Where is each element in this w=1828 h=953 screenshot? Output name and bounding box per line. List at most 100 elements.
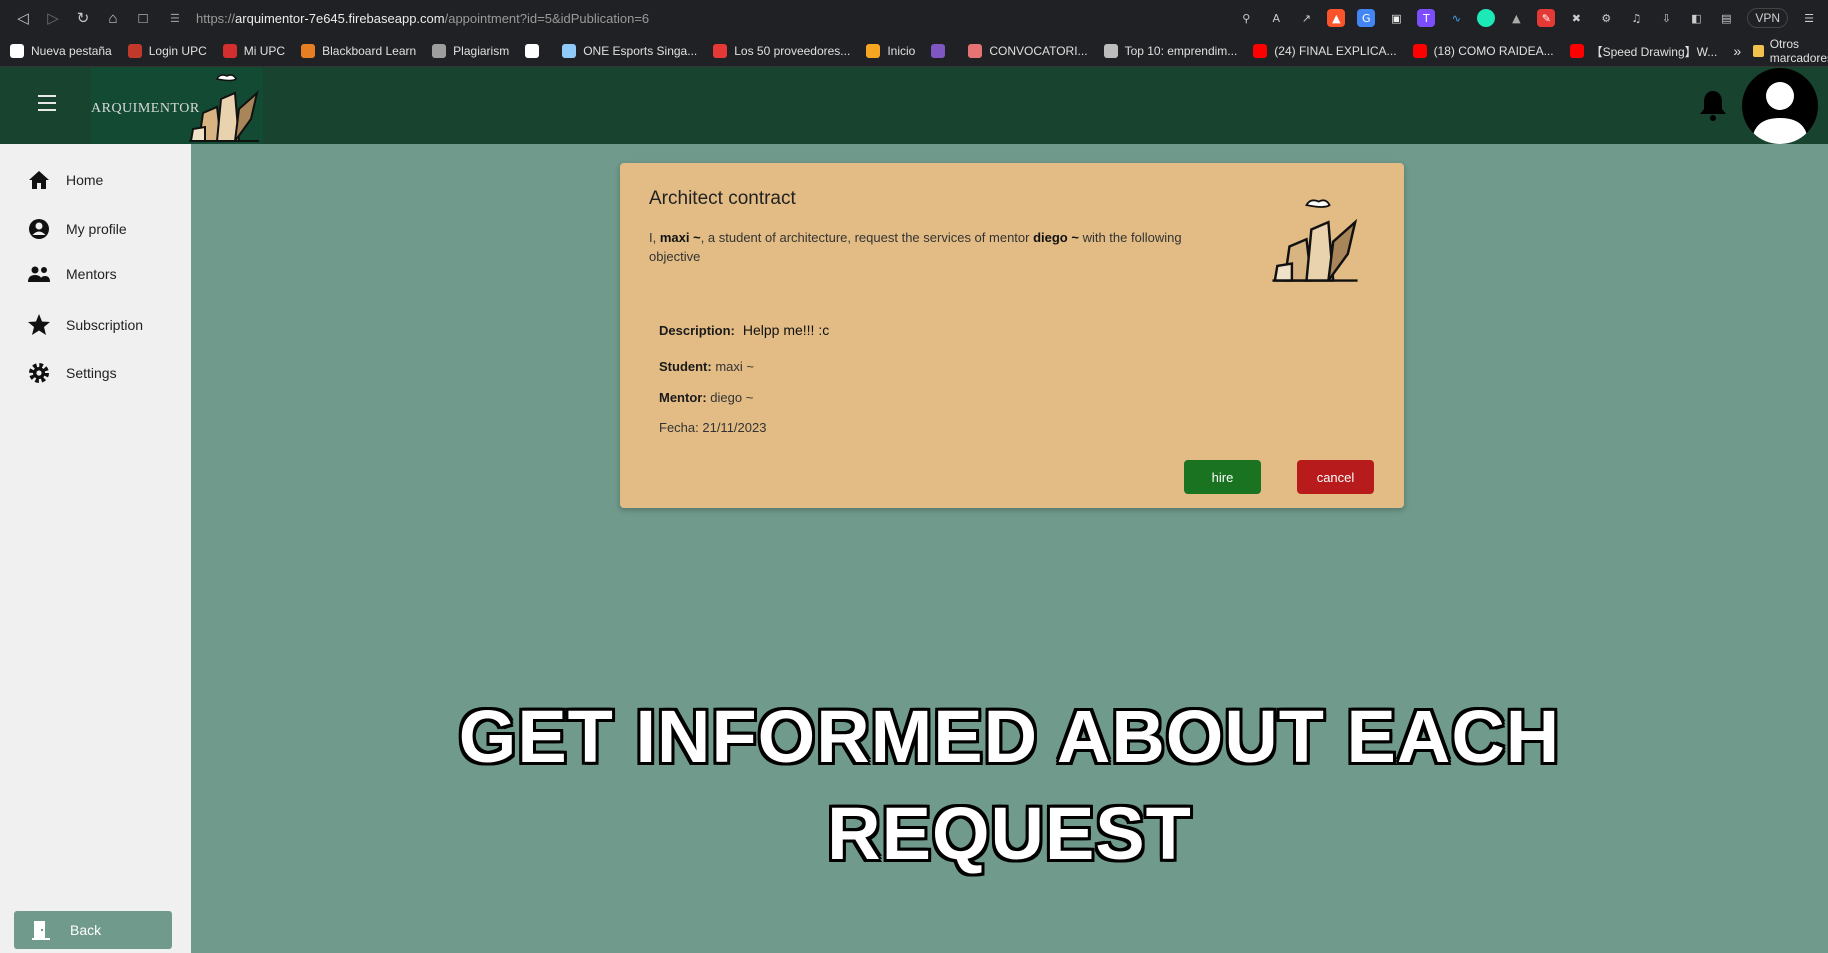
puzzle-icon[interactable]: ⚙ bbox=[1597, 9, 1615, 27]
architect-contract-card: Architect contract I, maxi ~, a student … bbox=[620, 163, 1404, 508]
google-translate-ext-icon[interactable]: G bbox=[1357, 9, 1376, 27]
bookmark-item[interactable]: ONE Esports Singa... bbox=[562, 44, 697, 58]
bookmark-item[interactable]: Blackboard Learn bbox=[301, 44, 416, 58]
sidebar-toggle-icon[interactable]: ◧ bbox=[1687, 9, 1705, 27]
back-nav-icon[interactable]: ◁ bbox=[10, 5, 36, 31]
other-bookmarks-folder[interactable]: Otros marcadores bbox=[1753, 37, 1828, 65]
block-ext-icon[interactable]: ✖ bbox=[1567, 9, 1585, 27]
bookmark-label: Top 10: emprendim... bbox=[1124, 44, 1238, 58]
favicon-icon bbox=[866, 44, 881, 58]
cancel-button[interactable]: cancel bbox=[1297, 460, 1374, 494]
student-key: Student: bbox=[659, 359, 712, 374]
mentor-key: Mentor: bbox=[659, 390, 707, 405]
translate-icon[interactable]: A bbox=[1267, 9, 1285, 27]
bookmark-item[interactable]: (18) COMO RAIDEA... bbox=[1412, 44, 1554, 58]
media-icon[interactable]: ♫ bbox=[1627, 9, 1645, 27]
hat-ext-icon[interactable]: ▲ bbox=[1507, 9, 1525, 27]
back-button-label: Back bbox=[70, 922, 102, 938]
extensions-row: ⚲ A ↗ ▲ G ▣ T ∿ ▲ ✎ ✖ ⚙ ♫ ⇩ ◧ ▤ VPN ☰ bbox=[1237, 8, 1818, 28]
bookmark-label: 【Speed Drawing】W... bbox=[1590, 44, 1718, 59]
sidebar-item-subscription[interactable]: Subscription bbox=[28, 314, 143, 335]
sidebar-item-label: My profile bbox=[66, 221, 127, 237]
account-circle-icon bbox=[29, 219, 49, 239]
bookmark-label: CONVOCATORI... bbox=[989, 44, 1088, 58]
bookmark-item[interactable]: Login UPC bbox=[127, 44, 207, 58]
forward-nav-icon[interactable]: ▷ bbox=[40, 5, 66, 31]
app-header: ARQUIMENTOR bbox=[0, 67, 1828, 144]
url-protocol: https:// bbox=[196, 10, 236, 26]
green-circle-ext-icon[interactable] bbox=[1477, 9, 1496, 27]
hamburger-menu-icon[interactable] bbox=[38, 95, 62, 115]
contract-intro: I, maxi ~, a student of architecture, re… bbox=[649, 228, 1229, 266]
bookmark-item[interactable]: Top 10: emprendim... bbox=[1103, 44, 1238, 58]
sidebar-item-settings[interactable]: Settings bbox=[28, 362, 117, 384]
intro-mentor: diego ~ bbox=[1033, 230, 1079, 245]
description-row: Description: Helpp me!!! :c bbox=[659, 322, 829, 338]
brave-shield-icon[interactable]: ▲ bbox=[1327, 9, 1346, 27]
bookmark-label: Plagiarism bbox=[453, 44, 510, 58]
bookmark-item[interactable]: Nueva pestaña bbox=[10, 44, 112, 58]
bookmark-item[interactable]: 【Speed Drawing】W... bbox=[1569, 43, 1718, 60]
favicon-icon bbox=[562, 44, 577, 58]
logo-building-icon bbox=[189, 74, 259, 142]
bookmark-item[interactable] bbox=[931, 44, 952, 58]
favicon-icon bbox=[1569, 44, 1584, 58]
bookmark-icon[interactable]: □ bbox=[130, 5, 156, 31]
student-value: maxi ~ bbox=[715, 359, 754, 374]
favicon-icon bbox=[127, 44, 142, 58]
user-avatar[interactable] bbox=[1742, 68, 1818, 144]
sidebar: Home My profile Mentors Subscription Set… bbox=[0, 144, 191, 953]
notification-bell-icon[interactable] bbox=[1698, 89, 1728, 121]
back-button[interactable]: Back bbox=[14, 911, 172, 949]
description-value: Helpp me!!! :c bbox=[742, 322, 830, 338]
bookmark-item[interactable]: CONVOCATORI... bbox=[968, 44, 1088, 58]
bookmark-label: Inicio bbox=[887, 44, 916, 58]
caption-line-2: REQUEST bbox=[827, 792, 1192, 875]
bookmark-label: (18) COMO RAIDEA... bbox=[1433, 44, 1554, 58]
bookmark-item[interactable]: (24) FINAL EXPLICA... bbox=[1253, 44, 1397, 58]
gift-ext-icon[interactable]: ▣ bbox=[1387, 9, 1405, 27]
bookmark-item[interactable]: Los 50 proveedores... bbox=[713, 44, 850, 58]
other-bookmarks-label: Otros marcadores bbox=[1769, 37, 1828, 65]
bookmark-label: Los 50 proveedores... bbox=[734, 44, 851, 58]
favicon-icon bbox=[713, 44, 728, 58]
people-icon bbox=[28, 266, 50, 282]
site-info-icon[interactable]: ☰ bbox=[170, 12, 188, 25]
favicon-icon bbox=[931, 44, 946, 58]
bookmark-item[interactable]: Inicio bbox=[866, 44, 915, 58]
mentor-value: diego ~ bbox=[710, 390, 754, 405]
intro-prefix: I, bbox=[649, 230, 660, 245]
contract-logo-icon bbox=[1272, 199, 1358, 282]
bookmark-item[interactable]: Plagiarism bbox=[432, 44, 509, 58]
sidebar-item-label: Home bbox=[66, 172, 104, 188]
favicon-icon bbox=[1253, 44, 1268, 58]
favicon-icon bbox=[222, 44, 237, 58]
key-icon[interactable]: ⚲ bbox=[1237, 9, 1255, 27]
download-icon[interactable]: ⇩ bbox=[1657, 9, 1675, 27]
more-bookmarks-chevron-icon[interactable]: » bbox=[1733, 43, 1741, 59]
bookmark-label: (24) FINAL EXPLICA... bbox=[1274, 44, 1397, 58]
reload-icon[interactable]: ↻ bbox=[70, 5, 96, 31]
share-icon[interactable]: ↗ bbox=[1297, 9, 1315, 27]
bookmark-item[interactable] bbox=[525, 44, 546, 58]
sidebar-item-home[interactable]: Home bbox=[28, 170, 103, 190]
sidebar-item-label: Mentors bbox=[66, 266, 117, 282]
bookmark-item[interactable]: Mi UPC bbox=[222, 44, 285, 58]
sidebar-item-my-profile[interactable]: My profile bbox=[28, 218, 127, 240]
favicon-icon bbox=[1412, 44, 1427, 58]
user-avatar-icon bbox=[1752, 82, 1808, 144]
pen-ext-icon[interactable]: ✎ bbox=[1537, 9, 1556, 27]
folder-icon bbox=[1753, 45, 1764, 57]
home-nav-icon[interactable]: ⌂ bbox=[100, 5, 126, 31]
sidebar-item-mentors[interactable]: Mentors bbox=[28, 266, 117, 282]
url-path: /appointment?id=5&idPublication=6 bbox=[444, 10, 650, 26]
wave-ext-icon[interactable]: ∿ bbox=[1447, 9, 1465, 27]
app-logo[interactable]: ARQUIMENTOR bbox=[91, 67, 263, 144]
menu-icon[interactable]: ☰ bbox=[1800, 9, 1818, 27]
address-bar[interactable]: ☰ https://arquimentor-7e645.firebaseapp.… bbox=[170, 5, 1190, 31]
wallet-icon[interactable]: ▤ bbox=[1717, 9, 1735, 27]
hire-button[interactable]: hire bbox=[1184, 460, 1261, 494]
vpn-button[interactable]: VPN bbox=[1747, 8, 1788, 28]
twitch-ext-icon[interactable]: T bbox=[1417, 9, 1436, 27]
url-host: arquimentor-7e645.firebaseapp.com bbox=[235, 10, 445, 26]
